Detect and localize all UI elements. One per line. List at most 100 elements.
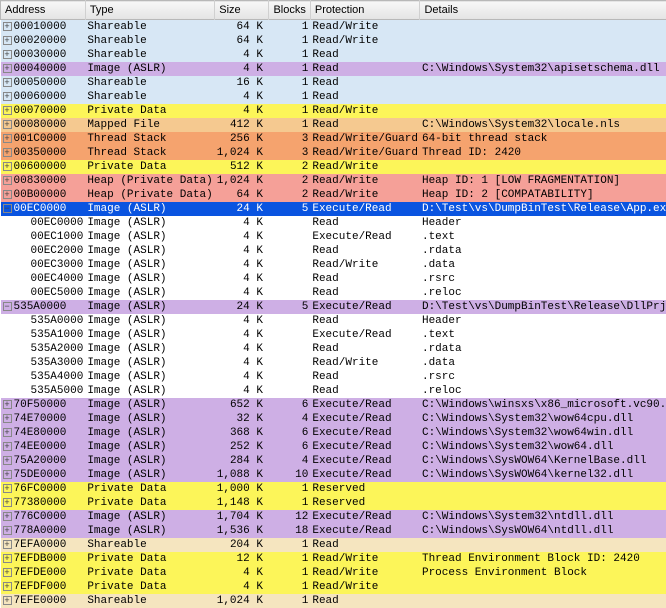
table-row[interactable]: 535A4000Image (ASLR)4 KRead.rsrc	[1, 370, 666, 384]
table-row[interactable]: +00070000Private Data4 K1Read/Write	[1, 104, 666, 118]
expand-icon[interactable]: +	[3, 596, 12, 605]
table-row[interactable]: +00020000Shareable64 K1Read/Write	[1, 34, 666, 48]
cell-prot: Execute/Read	[310, 398, 420, 412]
expand-icon[interactable]: +	[3, 92, 12, 101]
expand-icon[interactable]: +	[3, 400, 12, 409]
col-size[interactable]: Size	[215, 1, 269, 20]
expand-icon[interactable]: +	[3, 22, 12, 31]
table-row[interactable]: 00EC2000Image (ASLR)4 KRead.rdata	[1, 244, 666, 258]
collapse-icon[interactable]: −	[3, 204, 12, 213]
cell-address: 00600000	[14, 161, 67, 173]
expand-icon[interactable]: +	[3, 50, 12, 59]
table-row[interactable]: 535A0000Image (ASLR)4 KReadHeader	[1, 314, 666, 328]
expand-icon[interactable]: +	[3, 36, 12, 45]
collapse-icon[interactable]: −	[3, 302, 12, 311]
cell-address: 77380000	[14, 497, 67, 509]
expand-icon[interactable]: +	[3, 568, 12, 577]
expand-icon[interactable]: +	[3, 470, 12, 479]
expand-icon[interactable]: +	[3, 176, 12, 185]
expand-icon[interactable]: +	[3, 134, 12, 143]
table-row[interactable]: +00600000Private Data512 K2Read/Write	[1, 160, 666, 174]
table-row[interactable]: 535A5000Image (ASLR)4 KRead.reloc	[1, 384, 666, 398]
cell-prot: Reserved	[310, 482, 420, 496]
table-row[interactable]: +7EFE0000Shareable1,024 K1Read	[1, 594, 666, 608]
cell-details: .rdata	[420, 244, 666, 258]
table-row[interactable]: 535A2000Image (ASLR)4 KRead.rdata	[1, 342, 666, 356]
expand-icon[interactable]: +	[3, 554, 12, 563]
expand-icon[interactable]: +	[3, 484, 12, 493]
table-row[interactable]: +00060000Shareable4 K1Read	[1, 90, 666, 104]
table-row[interactable]: 00EC0000Image (ASLR)4 KReadHeader	[1, 216, 666, 230]
table-row[interactable]: +70F50000Image (ASLR)652 K6Execute/ReadC…	[1, 398, 666, 412]
cell-address: 00080000	[14, 119, 67, 131]
table-row[interactable]: +00080000Mapped File412 K1ReadC:\Windows…	[1, 118, 666, 132]
table-header[interactable]: Address Type Size Blocks Protection Deta…	[1, 1, 666, 20]
col-address[interactable]: Address	[1, 1, 86, 20]
expand-icon[interactable]: +	[3, 498, 12, 507]
col-details[interactable]: Details	[420, 1, 666, 20]
table-row[interactable]: +00350000Thread Stack1,024 K3Read/Write/…	[1, 146, 666, 160]
expand-icon[interactable]: +	[3, 78, 12, 87]
expand-icon[interactable]: +	[3, 190, 12, 199]
cell-type: Image (ASLR)	[85, 454, 214, 468]
table-row[interactable]: +75A20000Image (ASLR)284 K4Execute/ReadC…	[1, 454, 666, 468]
expand-icon[interactable]: +	[3, 64, 12, 73]
expand-icon[interactable]: +	[3, 442, 12, 451]
cell-address: 74EE0000	[14, 441, 67, 453]
table-row[interactable]: +77380000Private Data1,148 K1Reserved	[1, 496, 666, 510]
table-row[interactable]: +7EFDE000Private Data4 K1Read/WriteProce…	[1, 566, 666, 580]
cell-type: Shareable	[85, 538, 214, 552]
cell-size: 4 K	[215, 216, 269, 230]
cell-blocks: 1	[269, 566, 310, 580]
table-row[interactable]: 00EC4000Image (ASLR)4 KRead.rsrc	[1, 272, 666, 286]
table-row[interactable]: +00B00000Heap (Private Data)64 K2Read/Wr…	[1, 188, 666, 202]
table-row[interactable]: +7EFA0000Shareable204 K1Read	[1, 538, 666, 552]
expand-icon[interactable]: +	[3, 162, 12, 171]
expand-icon[interactable]: +	[3, 428, 12, 437]
table-row[interactable]: +00010000Shareable64 K1Read/Write	[1, 20, 666, 35]
table-row[interactable]: 00EC3000Image (ASLR)4 KRead/Write.data	[1, 258, 666, 272]
cell-details	[420, 48, 666, 62]
table-row[interactable]: +001C0000Thread Stack256 K3Read/Write/Gu…	[1, 132, 666, 146]
table-row[interactable]: +7EFDB000Private Data12 K1Read/WriteThre…	[1, 552, 666, 566]
cell-type: Image (ASLR)	[85, 314, 214, 328]
expand-icon[interactable]: +	[3, 414, 12, 423]
col-protection[interactable]: Protection	[310, 1, 420, 20]
table-row[interactable]: −535A0000Image (ASLR)24 K5Execute/ReadD:…	[1, 300, 666, 314]
table-row[interactable]: +00830000Heap (Private Data)1,024 K2Read…	[1, 174, 666, 188]
cell-size: 1,704 K	[215, 510, 269, 524]
cell-prot: Reserved	[310, 496, 420, 510]
cell-type: Image (ASLR)	[85, 426, 214, 440]
expand-icon[interactable]: +	[3, 456, 12, 465]
memory-table[interactable]: Address Type Size Blocks Protection Deta…	[0, 0, 666, 608]
table-row[interactable]: 00EC5000Image (ASLR)4 KRead.reloc	[1, 286, 666, 300]
expand-icon[interactable]: +	[3, 526, 12, 535]
table-row[interactable]: +74E80000Image (ASLR)368 K6Execute/ReadC…	[1, 426, 666, 440]
expand-icon[interactable]: +	[3, 148, 12, 157]
cell-blocks: 10	[269, 468, 310, 482]
table-row[interactable]: +74EE0000Image (ASLR)252 K6Execute/ReadC…	[1, 440, 666, 454]
expand-icon[interactable]: +	[3, 512, 12, 521]
expand-icon[interactable]: +	[3, 582, 12, 591]
col-blocks[interactable]: Blocks	[269, 1, 310, 20]
cell-prot: Read/Write	[310, 356, 420, 370]
table-row[interactable]: +778A0000Image (ASLR)1,536 K18Execute/Re…	[1, 524, 666, 538]
table-row[interactable]: +00030000Shareable4 K1Read	[1, 48, 666, 62]
cell-details: C:\Windows\System32\wow64cpu.dll	[420, 412, 666, 426]
table-row[interactable]: −00EC0000Image (ASLR)24 K5Execute/ReadD:…	[1, 202, 666, 216]
expand-icon[interactable]: +	[3, 120, 12, 129]
table-row[interactable]: +74E70000Image (ASLR)32 K4Execute/ReadC:…	[1, 412, 666, 426]
table-row[interactable]: +7EFDF000Private Data4 K1Read/Write	[1, 580, 666, 594]
table-row[interactable]: +75DE0000Image (ASLR)1,088 K10Execute/Re…	[1, 468, 666, 482]
table-row[interactable]: +776C0000Image (ASLR)1,704 K12Execute/Re…	[1, 510, 666, 524]
cell-type: Image (ASLR)	[85, 440, 214, 454]
expand-icon[interactable]: +	[3, 106, 12, 115]
table-row[interactable]: 535A1000Image (ASLR)4 KExecute/Read.text	[1, 328, 666, 342]
table-row[interactable]: +76FC0000Private Data1,000 K1Reserved	[1, 482, 666, 496]
col-type[interactable]: Type	[85, 1, 214, 20]
table-row[interactable]: 00EC1000Image (ASLR)4 KExecute/Read.text	[1, 230, 666, 244]
table-row[interactable]: +00040000Image (ASLR)4 K1ReadC:\Windows\…	[1, 62, 666, 76]
expand-icon[interactable]: +	[3, 540, 12, 549]
table-row[interactable]: 535A3000Image (ASLR)4 KRead/Write.data	[1, 356, 666, 370]
table-row[interactable]: +00050000Shareable16 K1Read	[1, 76, 666, 90]
